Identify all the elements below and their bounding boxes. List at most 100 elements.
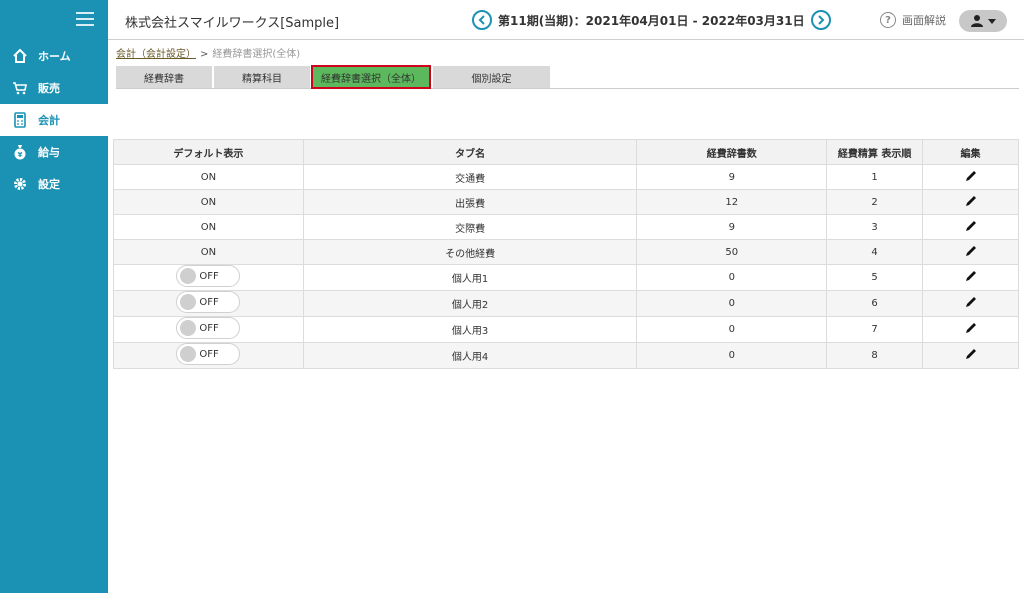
sidebar-item-label: 設定 xyxy=(38,178,60,191)
table-row: OFF 個人用4 0 8 xyxy=(113,342,1019,369)
display-order-cell: 3 xyxy=(826,214,924,240)
user-icon xyxy=(971,15,983,27)
default-display-toggle[interactable]: OFF xyxy=(176,265,241,287)
default-display-toggle[interactable]: OFF xyxy=(176,317,241,339)
tab-name-cell: 個人用3 xyxy=(302,316,638,343)
toggle-label: OFF xyxy=(199,323,219,334)
tab-name-cell: 個人用2 xyxy=(302,290,638,317)
calculator-icon xyxy=(14,112,26,128)
tab-name-cell: 出張費 xyxy=(302,189,638,215)
chevron-left-icon xyxy=(478,15,485,25)
display-order-cell: 4 xyxy=(826,239,924,265)
top-header: 株式会社スマイルワークス[Sample] 第11期(当期)：2021年04月01… xyxy=(108,0,1024,40)
display-order-cell: 2 xyxy=(826,189,924,215)
sidebar-item-settings[interactable]: 設定 xyxy=(0,168,108,200)
table-row: OFF 個人用1 0 5 xyxy=(113,264,1019,291)
default-display-cell: ON xyxy=(113,189,304,215)
column-header: デフォルト表示 xyxy=(113,139,304,165)
tab-name-cell: 交通費 xyxy=(302,164,638,190)
toggle-knob xyxy=(180,320,197,336)
sidebar-item-sales[interactable]: 販売 xyxy=(0,72,108,104)
gear-icon xyxy=(14,178,26,190)
menu-toggle-icon[interactable] xyxy=(76,12,94,26)
tab-dictionary-selection-all[interactable]: 経費辞書選択（全体） xyxy=(311,65,431,89)
default-display-toggle[interactable]: OFF xyxy=(176,291,241,313)
prev-period-button[interactable] xyxy=(472,10,492,30)
table-row: OFF 個人用2 0 6 xyxy=(113,290,1019,317)
cart-icon xyxy=(13,82,27,95)
home-icon xyxy=(13,48,27,63)
tab-name-cell: 交際費 xyxy=(302,214,638,240)
sidebar-item-home[interactable]: ホーム xyxy=(0,40,108,72)
default-display-cell: ON xyxy=(113,164,304,190)
chevron-right-icon xyxy=(817,15,825,25)
toggle-label: OFF xyxy=(199,349,219,360)
caret-down-icon xyxy=(988,19,996,24)
table-row: ON 交通費 9 1 xyxy=(113,164,1019,190)
table-row: ON 出張費 12 2 xyxy=(113,189,1019,215)
default-display-cell: OFF xyxy=(113,316,304,343)
question-icon: ? xyxy=(880,12,896,28)
edit-cell xyxy=(922,290,1019,317)
edit-pencil-icon[interactable] xyxy=(964,244,978,258)
column-header: タブ名 xyxy=(302,139,638,165)
dictionary-count-cell: 50 xyxy=(636,239,828,265)
default-display-cell: OFF xyxy=(113,264,304,291)
tab-settlement-accounts[interactable]: 精算科目 xyxy=(214,66,310,88)
table-row: ON 交際費 9 3 xyxy=(113,214,1019,240)
edit-cell xyxy=(922,214,1019,240)
display-order-cell: 6 xyxy=(826,290,924,317)
toggle-label: OFF xyxy=(199,271,219,282)
dictionary-count-cell: 12 xyxy=(636,189,828,215)
toggle-label: OFF xyxy=(199,297,219,308)
dictionary-count-cell: 9 xyxy=(636,214,828,240)
edit-cell xyxy=(922,189,1019,215)
sidebar-item-accounting[interactable]: 会計 xyxy=(0,104,108,136)
dictionary-count-cell: 0 xyxy=(636,290,828,317)
period-label: 第11期(当期)：2021年04月01日 - 2022年03月31日 xyxy=(498,13,805,28)
edit-cell xyxy=(922,264,1019,291)
edit-pencil-icon[interactable] xyxy=(964,269,978,283)
svg-text:¥: ¥ xyxy=(18,151,23,159)
default-display-cell: ON xyxy=(113,214,304,240)
dictionary-count-cell: 0 xyxy=(636,316,828,343)
tab-individual-settings[interactable]: 個別設定 xyxy=(433,66,550,88)
table-row: ON その他経費 50 4 xyxy=(113,239,1019,265)
edit-cell xyxy=(922,342,1019,369)
column-header: 経費精算 表示順 xyxy=(826,139,924,165)
tab-expense-dictionary[interactable]: 経費辞書 xyxy=(116,66,212,88)
default-display-cell: OFF xyxy=(113,342,304,369)
edit-pencil-icon[interactable] xyxy=(964,321,978,335)
sidebar-item-label: 販売 xyxy=(38,82,60,95)
table-body: ON 交通費 9 1 ON 出張費 12 2 ON 交際費 9 3 ON その他経費 50 4 OFF 個人用1 0… xyxy=(113,164,1019,369)
table-header-row: デフォルト表示 タブ名 経費辞書数 経費精算 表示順 編集 xyxy=(113,139,1019,165)
money-bag-icon: ¥ xyxy=(14,145,26,160)
column-header: 編集 xyxy=(922,139,1019,165)
dictionary-count-cell: 0 xyxy=(636,342,828,369)
edit-pencil-icon[interactable] xyxy=(964,194,978,208)
default-display-toggle[interactable]: OFF xyxy=(176,343,241,365)
breadcrumb: 会計（会計設定） > 経費辞書選択(全体) xyxy=(116,45,300,60)
edit-pencil-icon[interactable] xyxy=(964,219,978,233)
help-button[interactable]: ? 画面解説 xyxy=(880,12,946,28)
table-row: OFF 個人用3 0 7 xyxy=(113,316,1019,343)
next-period-button[interactable] xyxy=(810,10,831,30)
company-name: 株式会社スマイルワークス[Sample] xyxy=(125,16,340,31)
toggle-knob xyxy=(180,268,197,284)
sidebar: ホーム 販売 会計 ¥ 給与 設定 xyxy=(0,0,108,593)
column-header: 経費辞書数 xyxy=(636,139,828,165)
user-menu-button[interactable] xyxy=(959,10,1007,32)
edit-pencil-icon[interactable] xyxy=(964,295,978,309)
sidebar-item-label: 給与 xyxy=(38,146,60,159)
sidebar-item-payroll[interactable]: ¥ 給与 xyxy=(0,136,108,168)
breadcrumb-current: 経費辞書選択(全体) xyxy=(212,49,301,60)
default-display-cell: OFF xyxy=(113,290,304,317)
edit-pencil-icon[interactable] xyxy=(964,169,978,183)
edit-pencil-icon[interactable] xyxy=(964,347,978,361)
toggle-knob xyxy=(180,294,197,310)
edit-cell xyxy=(922,239,1019,265)
display-order-cell: 1 xyxy=(826,164,924,190)
edit-cell xyxy=(922,164,1019,190)
breadcrumb-link[interactable]: 会計（会計設定） xyxy=(116,49,196,60)
help-label: 画面解説 xyxy=(902,14,946,27)
